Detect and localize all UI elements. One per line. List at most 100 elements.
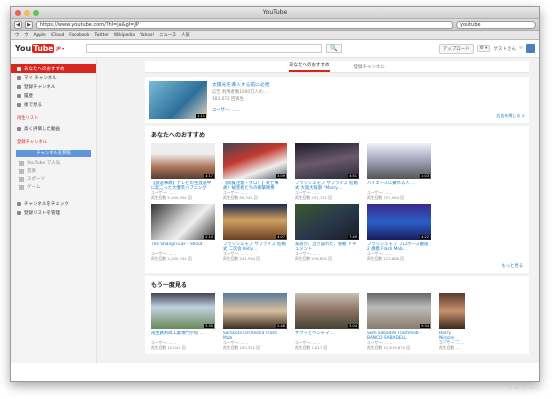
tab-subscriptions[interactable]: 登録チャンネル bbox=[354, 64, 385, 72]
bookmark-item[interactable]: Facebook bbox=[69, 33, 89, 38]
watch-again-section: もう一度見る 3:30 南生路利政工業専門学校 … ユーザー: …… 再生回数 10,… bbox=[145, 276, 529, 354]
video-views: 再生回数 2,280,744 回 bbox=[151, 255, 192, 261]
video-views: 再生回数 … bbox=[439, 344, 460, 350]
video-views: 再生回数 1,817 回 bbox=[295, 344, 328, 350]
toolbar: ◀ ▶ https://www.youtube.com/?hl=ja&gl=JP… bbox=[11, 19, 539, 31]
browser-search-field[interactable]: youtube bbox=[456, 20, 536, 29]
video-card[interactable]: 4:22 フラッシュモブ プロポーズ動画 2 規模 Flash Mob… ユーザー:… bbox=[367, 204, 431, 261]
sidebar-item-label: 後で見る bbox=[24, 102, 42, 108]
sidebar-item-liked[interactable]: 高く評価した動画 bbox=[11, 124, 96, 133]
notification-bell-icon[interactable]: ♲ bbox=[519, 46, 523, 51]
bookmarks-bar: ウ ウ Apple iCloud Facebook Twitter Wikipe… bbox=[11, 31, 539, 40]
bookmark-item[interactable]: Yahoo! bbox=[140, 33, 154, 38]
region-caret[interactable]: JP ▾ bbox=[56, 46, 64, 51]
duration-badge: 4:07 bbox=[276, 235, 286, 239]
video-thumbnail[interactable]: 4:17 bbox=[151, 143, 215, 179]
video-thumbnail[interactable]: 2:10 bbox=[151, 204, 215, 240]
sidebar-item-check-channel[interactable]: チャンネルをチェック bbox=[11, 199, 96, 208]
bookmark-item[interactable]: ウ bbox=[24, 32, 28, 38]
duration-badge: 4:17 bbox=[204, 174, 214, 178]
video-thumbnail[interactable]: 5:34 bbox=[367, 293, 431, 329]
video-thumbnail[interactable]: 3:04 bbox=[295, 293, 359, 329]
video-card[interactable]: 3:09 【閲覧注意・グロ！】死亡事故！被害者たちの衝撃映像 ユーザー: …… 再生回… bbox=[223, 143, 287, 200]
show-more-link[interactable]: もっと見る bbox=[151, 263, 523, 269]
browse-channels-button[interactable]: チャンネルを参照 bbox=[16, 150, 91, 157]
search-input[interactable] bbox=[86, 44, 323, 53]
sidebar-item-my-channel[interactable]: マイ チャンネル bbox=[11, 73, 96, 82]
forward-button[interactable]: ▶ bbox=[25, 20, 33, 29]
sidebar-channel[interactable]: スポーツ bbox=[11, 175, 96, 183]
bookmark-item[interactable]: Wikipedia bbox=[114, 33, 135, 38]
video-views: 再生回数 241,594 回 bbox=[223, 255, 261, 261]
video-thumbnail[interactable]: 3:09 bbox=[223, 143, 287, 179]
video-thumbnail[interactable]: 1:03 bbox=[367, 143, 431, 179]
promoted-video[interactable]: 1:11 太陽光を導入する前に必見 広告 利用者数1000万人の… 183,67… bbox=[145, 77, 529, 123]
video-card[interactable]: 4:07 フラッシュモブ サプライズ 結婚式 二次会 Kelly… ユーザー: ……… bbox=[223, 204, 287, 261]
video-card[interactable]: 1:03 ハイエースに乗れる人 … ユーザー: …… 再生回数 757,064 回 bbox=[367, 143, 431, 200]
user-name[interactable]: ゲストさん bbox=[493, 46, 516, 52]
video-thumbnail[interactable]: 4:22 bbox=[367, 204, 431, 240]
browser-window: YouTube ◀ ▶ https://www.youtube.com/?hl=… bbox=[10, 6, 540, 382]
bookmark-item[interactable]: Apple bbox=[34, 33, 46, 38]
bookmark-item[interactable]: iCloud bbox=[51, 33, 64, 38]
sidebar-channel[interactable]: 音楽 bbox=[11, 167, 96, 175]
video-card[interactable]: 2:10 The Shangri-Las - Shout ユーザー: …… 再生回数 … bbox=[151, 204, 215, 261]
sidebar-item-label: マイ チャンネル bbox=[24, 75, 57, 81]
duration-badge: 7:49 bbox=[348, 235, 358, 239]
video-thumbnail[interactable]: 7:49 bbox=[295, 204, 359, 240]
video-views: 再生回数 10,041 回 bbox=[151, 344, 186, 350]
dismiss-ad-link[interactable]: 広告を閉じる × bbox=[496, 113, 525, 119]
video-thumbnail[interactable]: 2:48 bbox=[223, 293, 287, 329]
channel-label: ゲーム bbox=[27, 185, 41, 190]
video-card[interactable]: 7:49 家族が、泣き崩れた、感動 ドキュメント ユーザー: …… 再生回数 976,… bbox=[295, 204, 359, 261]
sidebar-item-subscriptions[interactable]: 登録チャンネル bbox=[11, 82, 96, 91]
playlist-icon bbox=[17, 126, 21, 131]
channel-icon bbox=[17, 75, 21, 80]
upload-button[interactable]: アップロード bbox=[438, 43, 474, 54]
back-button[interactable]: ◀ bbox=[14, 20, 22, 29]
video-grid: 3:30 南生路利政工業専門学校 … ユーザー: …… 再生回数 10,041 回 2… bbox=[151, 293, 523, 350]
section-title[interactable]: もう一度見る bbox=[151, 280, 523, 289]
channel-thumb-icon bbox=[19, 160, 24, 166]
video-card[interactable]: 3:30 南生路利政工業専門学校 … ユーザー: …… 再生回数 10,041 回 bbox=[151, 293, 215, 350]
section-title[interactable]: あなたへのおすすめ bbox=[151, 130, 523, 139]
video-thumbnail[interactable] bbox=[439, 293, 465, 329]
bookmark-item[interactable]: 人気 bbox=[181, 32, 190, 38]
video-thumbnail[interactable]: 4:07 bbox=[223, 204, 287, 240]
video-card[interactable]: 4:51 フラッシュモブ サプライズ 結婚式 大阪大阪駅 "Marry… ユーザー:… bbox=[295, 143, 359, 200]
history-icon bbox=[17, 93, 21, 98]
avatar[interactable] bbox=[526, 44, 535, 53]
promoted-title[interactable]: 太陽光を導入する前に必見 bbox=[212, 81, 270, 88]
sidebar-item-history[interactable]: 履歴 bbox=[11, 91, 96, 100]
sidebar-item-manage-subs[interactable]: 登録リストを管理 bbox=[11, 208, 96, 217]
promoted-views: 183,672 回再生 bbox=[212, 97, 245, 102]
duration-badge: 2:48 bbox=[276, 324, 286, 328]
bookmark-item[interactable]: ウ bbox=[15, 32, 19, 38]
address-bar[interactable]: https://www.youtube.com/?hl=ja&gl=JP bbox=[36, 20, 453, 29]
sidebar-item-recommended[interactable]: あなたへのおすすめ bbox=[11, 64, 96, 73]
video-card[interactable]: 3:04 サクッとベンチマ … ユーザー: …… 再生回数 1,817 回 bbox=[295, 293, 359, 350]
sidebar-item-label: 高く評価した動画 bbox=[24, 126, 60, 132]
sidebar-channel[interactable]: ゲーム bbox=[11, 183, 96, 191]
feed-tabs: あなたへのおすすめ 登録チャンネル bbox=[145, 61, 529, 73]
video-card[interactable]: 2:48 Sarasota Orchestra Flash Mob ユーザー: ……… bbox=[223, 293, 287, 350]
tab-recommended[interactable]: あなたへのおすすめ bbox=[289, 62, 330, 72]
sidebar-item-watch-later[interactable]: 後で見る bbox=[11, 100, 96, 109]
promoted-user[interactable]: ユーザー: …… bbox=[212, 107, 270, 113]
youtube-logo[interactable]: You Tube JP ▾ bbox=[15, 44, 64, 53]
subscriptions-icon bbox=[17, 84, 21, 89]
video-card[interactable]: 5:34 Som Sabadell Flashmob - BANCO SABADE… bbox=[367, 293, 431, 350]
video-card[interactable]: Harry Nilsson 1972 (HD)ユーザー: ……再生回数 … bbox=[439, 293, 465, 350]
video-thumbnail[interactable]: 4:51 bbox=[295, 143, 359, 179]
promoted-thumbnail[interactable]: 1:11 bbox=[149, 81, 207, 119]
subscriptions-heading: 登録チャンネル bbox=[17, 140, 47, 145]
bookmark-item[interactable]: Twitter bbox=[95, 33, 109, 38]
search-button[interactable]: 🔍 bbox=[326, 44, 343, 53]
channel-thumb-icon bbox=[19, 176, 24, 182]
sidebar-channel[interactable]: YouTube で人気 bbox=[11, 159, 96, 167]
bookmark-item[interactable]: ニュース bbox=[159, 32, 176, 38]
video-card[interactable]: 4:17 【放送事故】テレビの生放送中に起こった大爆笑ハプニング ユーザー: …… 再… bbox=[151, 143, 215, 200]
sidebar-item-label: あなたへのおすすめ bbox=[24, 66, 65, 72]
video-thumbnail[interactable]: 3:30 bbox=[151, 293, 215, 329]
settings-gear-icon[interactable]: ⚙ ▾ bbox=[476, 45, 491, 52]
